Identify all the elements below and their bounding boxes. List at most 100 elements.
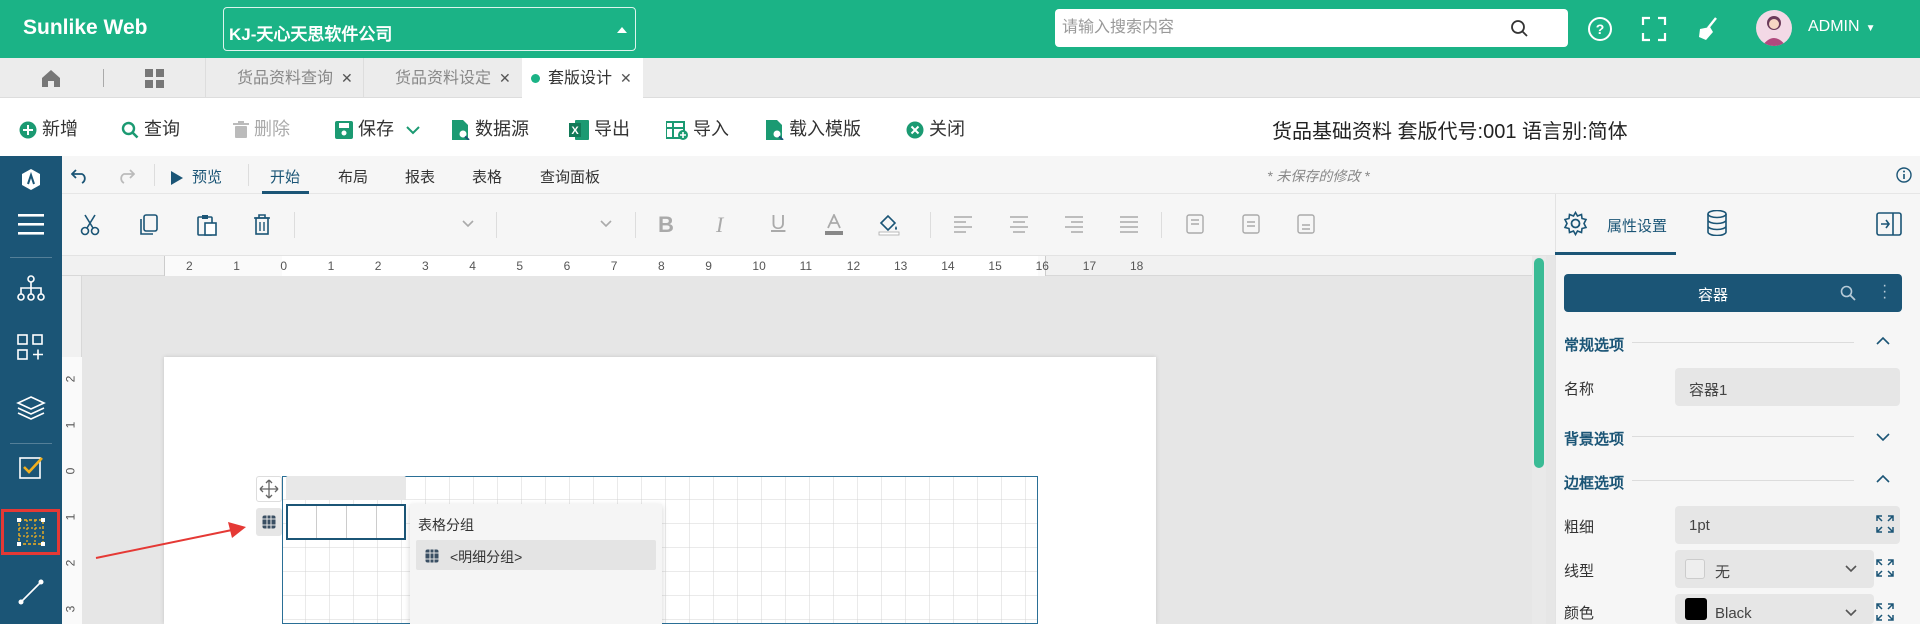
linetype-swatch — [1685, 559, 1705, 579]
brand-logo[interactable]: Sunlike Web — [23, 16, 147, 40]
collapse-panel-icon[interactable] — [1876, 212, 1902, 236]
move-handle[interactable] — [256, 476, 282, 502]
expand-icon[interactable] — [1876, 603, 1894, 621]
line-tool-icon[interactable] — [15, 576, 47, 608]
section-background[interactable]: 背景选项 — [1564, 428, 1624, 449]
grid-header-cell[interactable] — [286, 476, 406, 500]
underline-icon[interactable]: U — [771, 212, 785, 235]
align-center-icon[interactable] — [1009, 214, 1029, 234]
preview-button[interactable]: 预览 — [170, 166, 222, 187]
chevron-up-icon[interactable] — [1876, 474, 1890, 484]
search-icon[interactable] — [1510, 19, 1529, 38]
user-menu[interactable]: ADMIN ▼ — [1808, 18, 1875, 36]
export-button[interactable]: X 导出 — [569, 115, 630, 141]
ruler-tick-label: 2 — [186, 259, 193, 273]
menu-table[interactable]: 表格 — [472, 166, 502, 187]
help-icon[interactable]: ? — [1587, 16, 1613, 42]
width-label: 粗细 — [1564, 519, 1595, 536]
caret-up-icon — [617, 27, 627, 33]
avatar[interactable] — [1756, 10, 1792, 46]
menu-icon[interactable] — [15, 208, 47, 240]
popup-item-detail-group[interactable]: <明细分组> — [416, 540, 656, 570]
search-input[interactable] — [1055, 9, 1515, 47]
tab-properties[interactable]: 属性设置 — [1607, 215, 1667, 236]
import-button[interactable]: 导入 — [666, 115, 729, 141]
table-group-handle[interactable] — [256, 508, 282, 536]
floppy-icon — [335, 121, 353, 140]
database-icon[interactable] — [1706, 210, 1728, 236]
menu-report[interactable]: 报表 — [405, 166, 435, 187]
italic-icon[interactable]: I — [716, 212, 723, 238]
query-button[interactable]: 查询 — [121, 115, 180, 141]
new-button[interactable]: 新增 — [19, 115, 78, 141]
clean-broom-icon[interactable] — [1696, 15, 1724, 43]
home-icon[interactable] — [40, 67, 62, 89]
scrollbar-thumb[interactable] — [1534, 258, 1544, 468]
redo-icon[interactable] — [117, 166, 135, 184]
org-tree-icon[interactable] — [15, 273, 47, 305]
tab-template-design[interactable]: 套版设计 ✕ — [522, 58, 643, 98]
section-border[interactable]: 边框选项 — [1564, 472, 1624, 493]
linetype-select[interactable]: 无 — [1675, 550, 1874, 588]
datasource-button[interactable]: 数据源 — [452, 115, 529, 141]
menu-start[interactable]: 开始 — [270, 166, 300, 187]
cut-icon[interactable] — [80, 214, 100, 236]
width-field[interactable]: 1pt — [1675, 506, 1900, 544]
popup-item-label: <明细分组> — [450, 549, 523, 565]
copy-icon[interactable] — [140, 214, 158, 236]
dashboard-grid-icon[interactable] — [144, 68, 165, 89]
close-label: 关闭 — [929, 119, 965, 139]
tab-goods-setting[interactable]: 货品资料设定 ✕ — [395, 58, 511, 98]
ruler-tick-label: 7 — [610, 259, 618, 273]
color-select[interactable]: Black — [1675, 594, 1874, 624]
save-button[interactable]: 保存 — [335, 115, 420, 141]
selected-cell[interactable] — [286, 504, 406, 540]
info-icon[interactable] — [1896, 167, 1912, 183]
components-icon[interactable] — [15, 332, 47, 364]
gear-icon[interactable] — [1563, 211, 1588, 236]
name-field[interactable]: 容器1 — [1675, 368, 1900, 406]
layers-icon[interactable] — [15, 392, 47, 424]
delete-button[interactable]: 删除 — [233, 115, 290, 141]
search-icon[interactable] — [1840, 285, 1856, 301]
align-left-icon[interactable] — [953, 214, 973, 234]
align-justify-icon[interactable] — [1119, 214, 1139, 234]
menu-layout[interactable]: 布局 — [338, 166, 368, 187]
close-icon[interactable]: ✕ — [341, 70, 353, 86]
container-selector[interactable]: 容器 · · · — [1564, 274, 1902, 312]
tab-goods-query[interactable]: 货品资料查询 ✕ — [237, 58, 353, 98]
valign-top-icon[interactable] — [1186, 214, 1204, 234]
logo-hexagon-icon[interactable] — [15, 164, 47, 196]
tab-label: 货品资料设定 — [395, 70, 492, 87]
chevron-down-icon[interactable] — [1876, 432, 1890, 442]
close-icon[interactable]: ✕ — [499, 70, 511, 86]
table-grid-icon[interactable] — [15, 516, 47, 548]
menu-query-panel[interactable]: 查询面板 — [540, 166, 600, 187]
valign-middle-icon[interactable] — [1242, 214, 1260, 234]
font-color-icon[interactable] — [824, 214, 844, 236]
load-template-button[interactable]: 载入模版 — [766, 115, 861, 141]
close-icon[interactable]: ✕ — [620, 70, 632, 86]
more-vertical-icon[interactable]: · · · — [1882, 278, 1887, 306]
global-search[interactable] — [1055, 9, 1568, 47]
paste-icon[interactable] — [197, 214, 217, 236]
company-select[interactable]: KJ-天心天思软件公司 — [223, 7, 636, 51]
chevron-up-icon[interactable] — [1876, 336, 1890, 346]
close-button[interactable]: 关闭 — [906, 115, 965, 141]
fill-color-icon[interactable] — [878, 214, 900, 236]
cell-divider — [316, 506, 317, 538]
checkbox-icon[interactable] — [15, 452, 47, 484]
expand-icon[interactable] — [1876, 515, 1894, 533]
trash-icon[interactable] — [253, 214, 271, 236]
bold-icon[interactable]: B — [658, 212, 674, 238]
ruler-tick-label: 9 — [705, 259, 712, 273]
fullscreen-icon[interactable] — [1641, 16, 1667, 42]
undo-icon[interactable] — [71, 166, 89, 184]
expand-icon[interactable] — [1876, 559, 1894, 577]
section-general[interactable]: 常规选项 — [1564, 334, 1624, 355]
valign-bottom-icon[interactable] — [1297, 214, 1315, 234]
chevron-down-icon[interactable] — [406, 125, 420, 135]
font-size-dropdown-chevron-icon[interactable] — [600, 220, 612, 228]
align-right-icon[interactable] — [1064, 214, 1084, 234]
font-family-dropdown-chevron-icon[interactable] — [462, 220, 474, 228]
